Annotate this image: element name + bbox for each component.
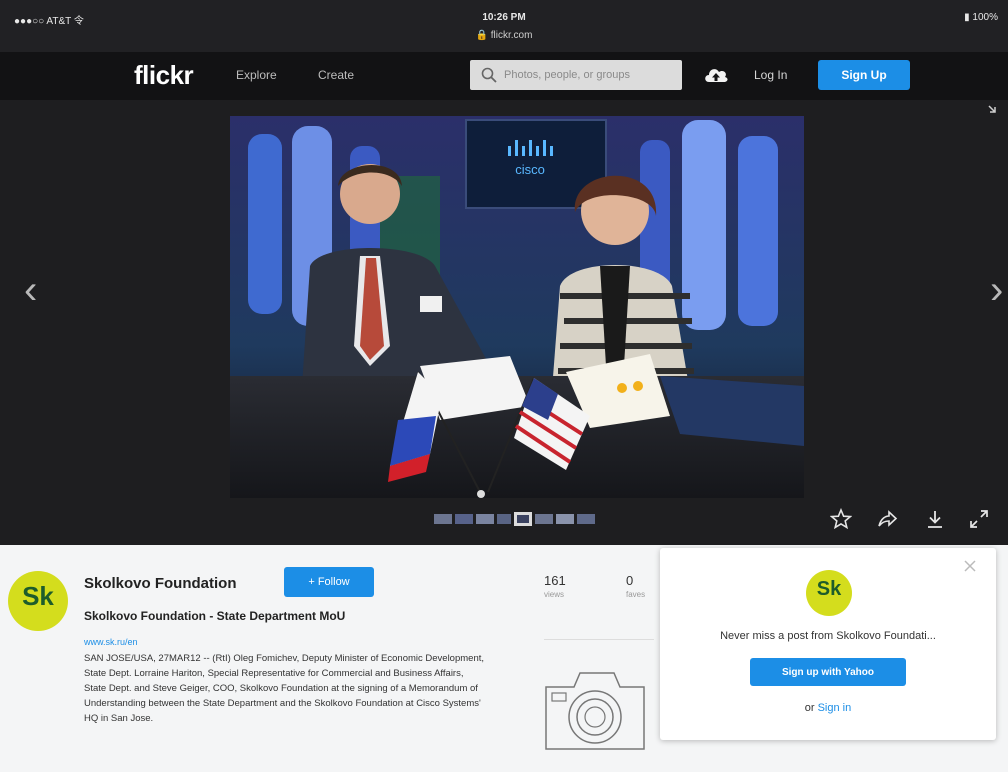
close-icon[interactable] bbox=[962, 558, 978, 574]
upload-cloud-icon[interactable] bbox=[702, 64, 730, 86]
follow-signup-popup: Sk Never miss a post from Skolkovo Found… bbox=[660, 548, 996, 740]
site-header: flickr Explore Create Log In Sign Up bbox=[0, 52, 1008, 100]
faves-stat: 0 faves bbox=[626, 573, 645, 599]
address-bar-url[interactable]: 🔒 flickr.com bbox=[0, 30, 1008, 41]
login-link[interactable]: Log In bbox=[754, 68, 787, 82]
owner-website-link[interactable]: www.sk.ru/en bbox=[84, 637, 138, 647]
views-stat: 161 views bbox=[544, 573, 566, 599]
signin-row: or Sign in bbox=[660, 702, 996, 714]
photo-title: Skolkovo Foundation - State Department M… bbox=[84, 609, 346, 623]
main-photo: cisco bbox=[230, 116, 804, 498]
signup-with-yahoo-button[interactable]: Sign up with Yahoo bbox=[750, 658, 906, 686]
owner-name-link[interactable]: Skolkovo Foundation bbox=[84, 575, 237, 592]
fullscreen-icon[interactable] bbox=[968, 508, 990, 530]
ios-status-bar: ●●●○○ AT&T 令 10:26 PM 🔒 flickr.com ▮ 100… bbox=[0, 0, 1008, 52]
popup-message: Never miss a post from Skolkovo Foundati… bbox=[720, 630, 936, 642]
search-icon[interactable] bbox=[480, 66, 498, 84]
nav-explore-link[interactable]: Explore bbox=[236, 68, 277, 82]
download-icon[interactable] bbox=[924, 508, 946, 530]
signin-link[interactable]: Sign in bbox=[818, 702, 852, 714]
camera-icon bbox=[545, 672, 645, 750]
battery-indicator: ▮ 100% bbox=[964, 12, 998, 23]
next-photo-arrow[interactable]: › bbox=[990, 270, 1003, 310]
photo-stage: ‹ › cisco bbox=[0, 100, 1008, 545]
popup-logo-text: Sk bbox=[816, 578, 842, 600]
photostream-filmstrip[interactable] bbox=[434, 512, 600, 526]
status-time: 10:26 PM bbox=[482, 12, 526, 23]
owner-avatar[interactable]: Sk bbox=[8, 571, 68, 631]
svg-text:cisco: cisco bbox=[515, 162, 545, 177]
stats-divider bbox=[544, 639, 654, 640]
search-input[interactable] bbox=[504, 66, 674, 84]
signup-button[interactable]: Sign Up bbox=[818, 60, 910, 90]
back-to-photostream-icon[interactable] bbox=[986, 104, 1002, 116]
share-icon[interactable] bbox=[876, 508, 898, 530]
flickr-logo[interactable]: flickr bbox=[134, 60, 194, 91]
nav-create-link[interactable]: Create bbox=[318, 68, 354, 82]
photo-description: SAN JOSE/USA, 27MAR12 -- (RtI) Oleg Fomi… bbox=[84, 653, 485, 724]
prev-photo-arrow[interactable]: ‹ bbox=[24, 270, 37, 310]
star-icon[interactable] bbox=[830, 508, 852, 530]
faves-label: faves bbox=[626, 590, 646, 599]
views-label: views bbox=[544, 590, 565, 599]
popup-owner-logo: Sk bbox=[806, 570, 852, 616]
faves-count: 0 bbox=[626, 573, 634, 588]
or-text: or bbox=[804, 702, 815, 714]
search-box[interactable] bbox=[470, 60, 682, 90]
views-count: 161 bbox=[544, 573, 566, 588]
photo-action-bar bbox=[830, 508, 990, 532]
follow-button[interactable]: + Follow bbox=[284, 567, 374, 597]
avatar-logo-text: Sk bbox=[22, 581, 54, 611]
